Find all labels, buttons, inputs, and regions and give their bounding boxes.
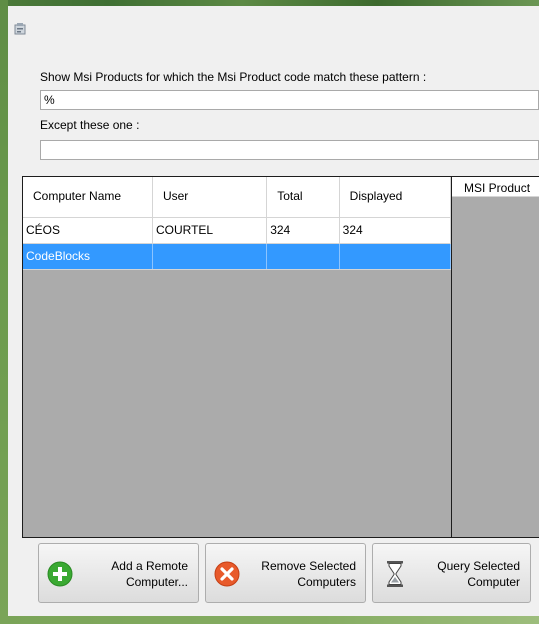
table-row[interactable]: CÉOS COURTEL 324 324 <box>23 217 451 244</box>
remove-icon <box>214 561 240 587</box>
window-frame-bottom <box>0 616 539 624</box>
add-button-label-line2: Computer... <box>125 575 188 589</box>
title-bar[interactable] <box>8 6 539 46</box>
msi-products-grid[interactable]: MSI Product <box>451 176 539 538</box>
cell-computer-name[interactable]: CÉOS <box>23 217 153 244</box>
add-button-label: Add a Remote Computer... <box>111 558 188 590</box>
main-window: Show Msi Products for which the Msi Prod… <box>8 6 539 616</box>
cell-computer-name[interactable]: CodeBlocks <box>23 243 153 270</box>
query-button-label-line1: Query Selected <box>437 559 520 573</box>
query-selected-computer-button[interactable]: Query Selected Computer <box>372 543 531 603</box>
remove-button-label: Remove Selected Computers <box>261 558 356 590</box>
column-header-total[interactable]: Total <box>266 177 340 218</box>
pattern-label: Show Msi Products for which the Msi Prod… <box>40 70 427 84</box>
cell-displayed[interactable] <box>339 243 451 270</box>
except-label: Except these one : <box>40 118 140 132</box>
cell-total[interactable] <box>266 243 340 270</box>
except-input[interactable] <box>40 140 539 160</box>
add-icon <box>47 561 73 587</box>
hourglass-icon <box>387 561 403 587</box>
computers-table: Computer Name User Total Displayed CÉOS … <box>23 177 451 270</box>
window-frame-left <box>0 0 8 624</box>
cell-user[interactable]: COURTEL <box>152 217 268 244</box>
remove-button-label-line1: Remove Selected <box>261 559 356 573</box>
table-row-selected[interactable]: CodeBlocks <box>23 243 451 270</box>
computers-grid[interactable]: Computer Name User Total Displayed CÉOS … <box>22 176 452 538</box>
cell-user[interactable] <box>152 243 268 270</box>
column-header-user[interactable]: User <box>152 177 268 218</box>
cell-total[interactable]: 324 <box>266 217 340 244</box>
remove-button-label-line2: Computers <box>297 575 356 589</box>
add-button-label-line1: Add a Remote <box>111 559 188 573</box>
query-button-label: Query Selected Computer <box>437 558 520 590</box>
remove-selected-computers-button[interactable]: Remove Selected Computers <box>205 543 366 603</box>
query-button-label-line2: Computer <box>467 575 520 589</box>
cell-displayed[interactable]: 324 <box>339 217 451 244</box>
add-remote-computer-button[interactable]: Add a Remote Computer... <box>38 543 199 603</box>
pattern-input[interactable] <box>40 90 539 110</box>
column-header-displayed[interactable]: Displayed <box>339 177 451 218</box>
grid-header-row: Computer Name User Total Displayed <box>23 177 451 218</box>
column-header-msi-product[interactable]: MSI Product <box>452 177 539 197</box>
column-header-computer-name[interactable]: Computer Name <box>23 177 153 218</box>
installer-icon[interactable] <box>13 22 27 36</box>
